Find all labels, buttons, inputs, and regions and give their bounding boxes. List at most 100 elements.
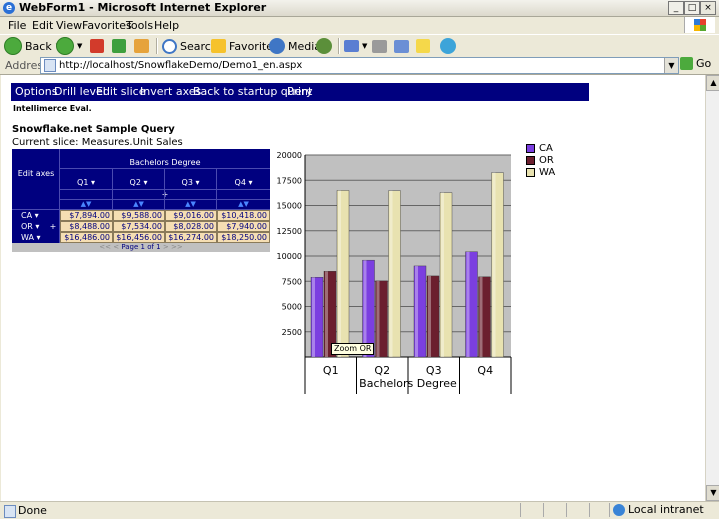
media-icon (269, 38, 285, 54)
column-dimension-header[interactable]: Bachelors Degree (60, 158, 270, 167)
intranet-globe-icon (613, 504, 625, 516)
expand-columns-button[interactable]: + (60, 190, 270, 199)
security-zone: Local intranet (609, 503, 704, 517)
maximize-button[interactable]: □ (684, 1, 700, 15)
home-button[interactable] (134, 37, 152, 55)
edit-page-icon (394, 39, 409, 53)
col-header-q3[interactable]: Q3 ▾ (165, 178, 216, 187)
query-title: Snowflake.net Sample Query (12, 124, 175, 135)
address-url: http://localhost/SnowflakeDemo/Demo1_en.… (59, 60, 303, 71)
go-button[interactable]: Go (680, 57, 711, 70)
pager-prev[interactable]: << < (99, 243, 119, 251)
close-button[interactable]: × (700, 1, 716, 15)
status-bar: Done Local intranet (0, 501, 719, 519)
cell-ca-q1: $7,894.00 (60, 210, 113, 221)
row-header-ca[interactable]: CA ▾ (21, 210, 51, 221)
sort-arrows-q2[interactable]: ▲▼ (113, 200, 164, 208)
y-tick-label: 5000 (282, 303, 302, 312)
refresh-icon (112, 39, 126, 53)
sort-arrows-q3[interactable]: ▲▼ (165, 200, 216, 208)
go-arrow-icon (680, 57, 693, 70)
menu-favorites[interactable]: Favorites (82, 19, 132, 32)
cell-or-q3: $8,028.00 (165, 221, 217, 232)
chart-tooltip: Zoom OR (331, 343, 375, 355)
stop-button[interactable] (90, 37, 107, 55)
cell-wa-q3: $16,274.00 (165, 232, 217, 243)
page-icon (44, 59, 56, 72)
vertical-scrollbar[interactable]: ▲ ▼ (705, 75, 719, 501)
cell-ca-q2: $9,588.00 (113, 210, 165, 221)
nav-options[interactable]: Options (15, 85, 57, 98)
y-tick-label: 12500 (277, 227, 302, 236)
menu-file[interactable]: File (8, 19, 26, 32)
messenger-button[interactable] (440, 37, 459, 55)
bar-highlight (376, 280, 380, 357)
pager-next[interactable]: > >> (163, 243, 183, 251)
row-header-or[interactable]: OR ▾ (21, 221, 51, 232)
edit-axes-button[interactable]: Edit axes (14, 169, 58, 179)
menu-tools[interactable]: Tools (126, 19, 153, 32)
bar-highlight (441, 192, 444, 357)
pivot-table: Edit axes Bachelors Degree Q1 ▾ Q2 ▾ Q3 … (12, 149, 270, 252)
standard-toolbar: Back ▼ ▼ Search Favorites Media ▼ (0, 34, 719, 58)
menu-bar: File Edit View Favorites Tools Help (0, 17, 719, 33)
y-tick-label: 2500 (282, 328, 302, 337)
page-content: Options Drill level Edit slice Invert ax… (1, 75, 705, 501)
sort-arrows-q1[interactable]: ▲▼ (60, 200, 112, 208)
stop-icon (90, 39, 104, 53)
edit-page-button[interactable] (394, 37, 412, 55)
y-tick-label: 20000 (277, 151, 302, 160)
status-text: Done (18, 504, 47, 517)
license-notice: Intellimerce Eval. (13, 104, 92, 113)
mail-dropdown-icon[interactable]: ▼ (362, 42, 367, 50)
search-button[interactable]: Search (162, 37, 218, 55)
media-button[interactable]: Media (269, 37, 321, 55)
nav-edit-slice[interactable]: Edit slice (96, 85, 145, 98)
scroll-up-icon[interactable]: ▲ (706, 75, 719, 91)
forward-button[interactable]: ▼ (56, 37, 82, 55)
scroll-down-icon[interactable]: ▼ (706, 485, 719, 501)
pager: << < Page 1 of 1 > >> (12, 243, 270, 252)
legend-swatch-wa (526, 168, 535, 177)
sort-arrows-q4[interactable]: ▲▼ (217, 200, 270, 208)
legend-item-or[interactable]: OR (526, 155, 555, 167)
bar-highlight (466, 251, 470, 357)
history-button[interactable] (316, 37, 335, 55)
refresh-button[interactable] (112, 37, 129, 55)
back-arrow-icon (4, 37, 22, 55)
window-title: WebForm1 - Microsoft Internet Explorer (19, 1, 267, 14)
col-header-q2[interactable]: Q2 ▾ (113, 178, 164, 187)
menu-view[interactable]: View (56, 19, 82, 32)
minimize-button[interactable]: _ (668, 1, 684, 15)
nav-print[interactable]: Print (287, 85, 312, 98)
legend-label-or: OR (539, 155, 554, 166)
print-button[interactable] (372, 37, 390, 55)
row-header-wa[interactable]: WA ▾ (21, 232, 51, 243)
discuss-button[interactable] (416, 37, 433, 55)
legend-item-wa[interactable]: WA (526, 167, 555, 179)
chart-legend: CA OR WA (526, 143, 555, 179)
command-navbar: Options Drill level Edit slice Invert ax… (11, 83, 589, 101)
address-input[interactable]: http://localhost/SnowflakeDemo/Demo1_en.… (40, 57, 679, 74)
legend-swatch-ca (526, 144, 535, 153)
col-header-q1[interactable]: Q1 ▾ (60, 178, 112, 187)
col-header-q4[interactable]: Q4 ▾ (217, 178, 270, 187)
search-icon (162, 38, 177, 54)
mail-button[interactable]: ▼ (344, 37, 367, 55)
cell-wa-q2: $16,456.00 (113, 232, 165, 243)
cell-or-q2: $7,534.00 (113, 221, 165, 232)
back-button[interactable]: Back ▼ (4, 37, 61, 55)
current-slice: Current slice: Measures.Unit Sales (12, 137, 183, 148)
bar-highlight (428, 275, 431, 357)
menu-help[interactable]: Help (154, 19, 179, 32)
bar-highlight (492, 172, 496, 357)
forward-dropdown-icon[interactable]: ▼ (77, 42, 82, 50)
x-axis-label: Bachelors Degree (359, 377, 457, 390)
address-dropdown-icon[interactable]: ▼ (664, 58, 678, 73)
legend-label-wa: WA (539, 167, 556, 178)
menu-edit[interactable]: Edit (32, 19, 53, 32)
legend-label-ca: CA (539, 143, 553, 154)
bar-chart[interactable]: 2500 5000 7500 10000 12500 15000 17500 20000 Q1 Q… (271, 147, 581, 397)
legend-item-ca[interactable]: CA (526, 143, 555, 155)
expand-rows-button[interactable]: + (48, 221, 58, 232)
